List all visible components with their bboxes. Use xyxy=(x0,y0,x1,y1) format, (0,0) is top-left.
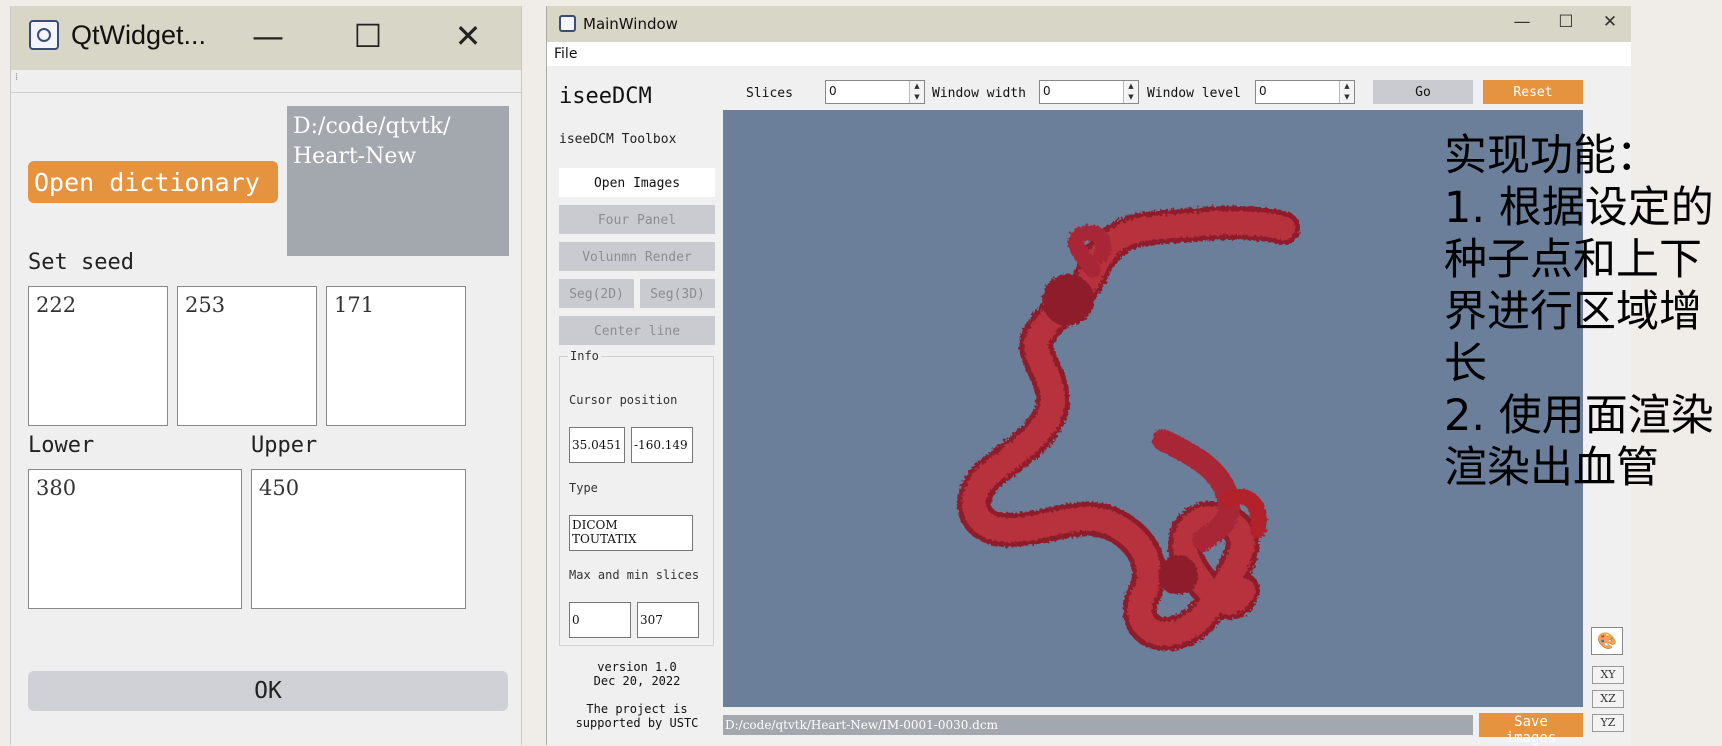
lower-label: Lower xyxy=(28,433,95,458)
support-text: The project is supported by USTC xyxy=(575,702,699,730)
window-level-label: Window level xyxy=(1147,86,1241,101)
cursor-position-label: Cursor position xyxy=(569,393,678,407)
xz-plane-button[interactable]: XZ xyxy=(1592,690,1624,708)
open-images-button[interactable]: Open Images xyxy=(559,168,715,197)
window-width-spinbox[interactable]: 0 ▲ ▼ xyxy=(1039,80,1139,104)
menu-bar: File xyxy=(547,42,1631,66)
dialog-title: QtWidget... xyxy=(71,20,207,50)
maximize-button[interactable]: ☐ xyxy=(1551,12,1581,36)
palette-icon[interactable]: 🎨 xyxy=(1591,627,1623,655)
toolbox-label: iseeDCM Toolbox xyxy=(559,132,677,147)
set-seed-label: Set seed xyxy=(28,250,134,275)
main-window-title: MainWindow xyxy=(583,15,678,33)
annotation-heading: 实现功能： xyxy=(1444,131,1659,181)
app-icon xyxy=(559,15,576,32)
reset-button[interactable]: Reset xyxy=(1483,80,1583,104)
save-images-button[interactable]: Save images xyxy=(1479,713,1583,746)
open-dictionary-button[interactable]: Open dictionary xyxy=(28,161,278,203)
cursor-y-field: -160.149 xyxy=(631,427,693,463)
upper-label: Upper xyxy=(251,433,318,458)
minimize-button[interactable]: — xyxy=(243,16,293,56)
app-name: iseeDCM xyxy=(559,84,652,109)
max-min-slices-label: Max and min slices xyxy=(569,568,700,582)
info-group-title: Info xyxy=(568,349,601,363)
app-icon xyxy=(29,20,59,50)
window-width-value: 0 xyxy=(1043,84,1051,98)
directory-path-display: D:/code/qtvtk/ Heart-New xyxy=(287,106,509,256)
slices-value: 0 xyxy=(829,84,837,98)
info-group: Info Cursor position 35.0451 -160.149 Ty… xyxy=(559,349,714,646)
four-panel-button[interactable]: Four Panel xyxy=(559,205,715,234)
status-path-display: D:/code/qtvtk/Heart-New/IM-0001-0030.dcm xyxy=(723,715,1473,735)
type-label: Type xyxy=(569,481,598,495)
version-text: version 1.0 Dec 20, 2022 xyxy=(593,660,681,688)
qtwidget-dialog: QtWidget... — ☐ ✕ ⁞ D:/code/qtvtk/ Heart… xyxy=(10,6,522,745)
seed-y-input[interactable]: 253 xyxy=(177,286,317,426)
spin-arrows-icon[interactable]: ▲ ▼ xyxy=(1339,81,1354,103)
maximize-button[interactable]: ☐ xyxy=(343,16,393,56)
annotation-item: 1. 根据设定的种子点和上下界进行区域增长 xyxy=(1444,183,1714,389)
lower-input[interactable]: 380 xyxy=(28,469,242,609)
toolbar-grip[interactable]: ⁞ xyxy=(11,70,521,93)
upper-input[interactable]: 450 xyxy=(251,469,466,609)
volume-render-button[interactable]: Volunmn Render xyxy=(559,242,715,271)
seg2d-button[interactable]: Seg(2D) xyxy=(559,279,634,308)
window-level-value: 0 xyxy=(1259,84,1267,98)
annotation-item: 2. 使用面渲染渲染出血管 xyxy=(1444,391,1714,493)
minimize-button[interactable]: — xyxy=(1507,12,1537,36)
spin-arrows-icon[interactable]: ▲ ▼ xyxy=(909,81,924,103)
type-field: DICOM TOUTATIX xyxy=(569,515,693,551)
main-titlebar[interactable]: MainWindow — ☐ ✕ xyxy=(547,6,1631,42)
spin-arrows-icon[interactable]: ▲ ▼ xyxy=(1123,81,1138,103)
close-button[interactable]: ✕ xyxy=(1595,12,1625,36)
slices-label: Slices xyxy=(746,86,793,101)
slice-min-field: 0 xyxy=(569,602,631,638)
slices-spinbox[interactable]: 0 ▲ ▼ xyxy=(825,80,925,104)
seg3d-button[interactable]: Seg(3D) xyxy=(640,279,715,308)
center-line-button[interactable]: Center line xyxy=(559,316,715,345)
ok-button[interactable]: OK xyxy=(28,671,508,711)
dialog-titlebar[interactable]: QtWidget... — ☐ ✕ xyxy=(11,6,521,70)
window-level-spinbox[interactable]: 0 ▲ ▼ xyxy=(1255,80,1355,104)
yz-plane-button[interactable]: YZ xyxy=(1592,714,1624,732)
slice-max-field: 307 xyxy=(637,602,699,638)
menu-file[interactable]: File xyxy=(554,46,577,62)
seed-x-input[interactable]: 222 xyxy=(28,286,168,426)
xy-plane-button[interactable]: XY xyxy=(1592,666,1624,684)
feature-annotation: 实现功能： 1. 根据设定的种子点和上下界进行区域增长 2. 使用面渲染渲染出血… xyxy=(1444,130,1714,494)
seed-z-input[interactable]: 171 xyxy=(326,286,466,426)
cursor-x-field: 35.0451 xyxy=(569,427,625,463)
close-button[interactable]: ✕ xyxy=(443,16,493,56)
go-button[interactable]: Go xyxy=(1373,80,1473,104)
window-width-label: Window width xyxy=(932,86,1026,101)
